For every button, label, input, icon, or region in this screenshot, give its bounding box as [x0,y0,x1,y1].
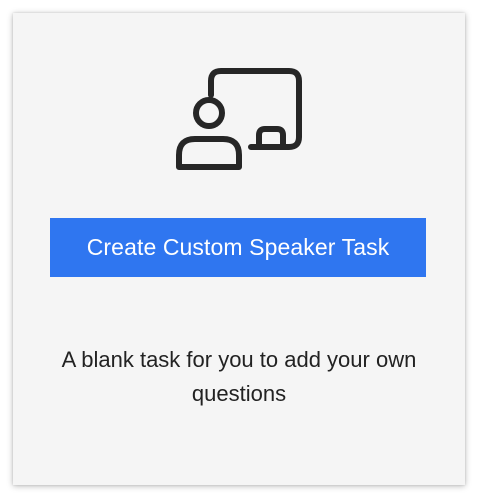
create-custom-speaker-task-button[interactable]: Create Custom Speaker Task [50,218,426,277]
card-description: A blank task for you to add your own que… [61,347,417,406]
presenter-whiteboard-icon [173,67,321,187]
custom-speaker-task-card[interactable]: Create Custom Speaker Task A blank task … [13,13,465,485]
